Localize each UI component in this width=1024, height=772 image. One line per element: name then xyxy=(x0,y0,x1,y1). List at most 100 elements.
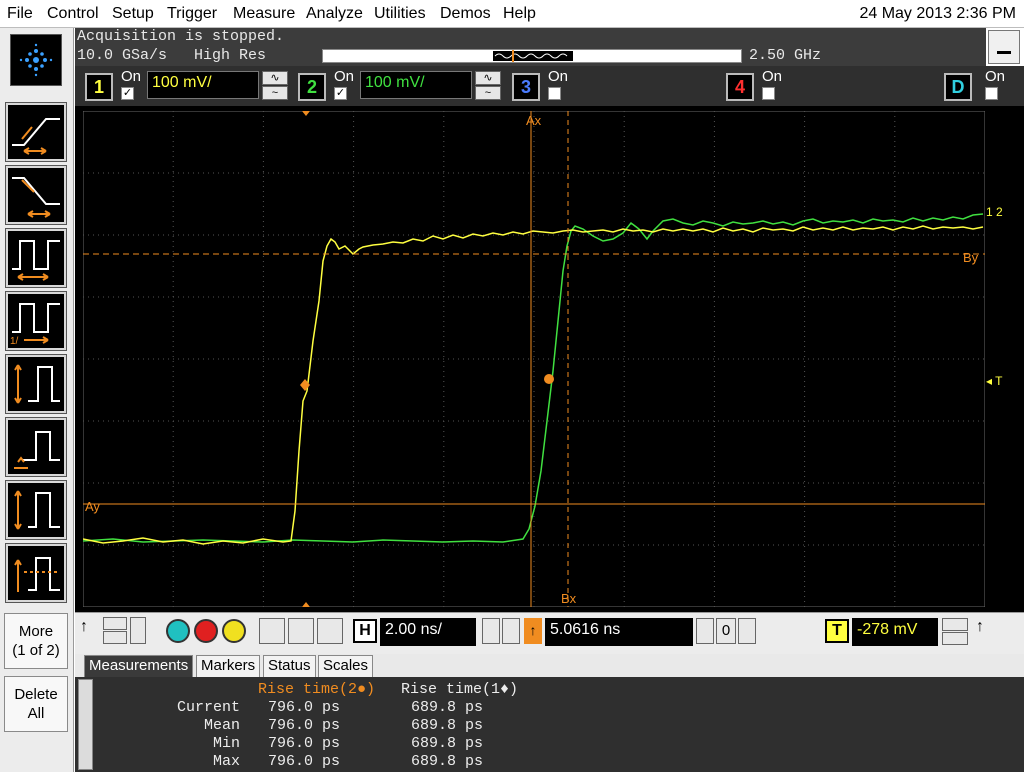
row-label-max: Max xyxy=(212,753,240,770)
tab-status[interactable]: Status xyxy=(263,655,316,677)
more-button[interactable]: More (1 of 2) xyxy=(4,613,68,669)
trigger-t-button[interactable]: T xyxy=(825,619,849,643)
measurements-scrollbar[interactable] xyxy=(78,679,93,770)
vamp-icon[interactable] xyxy=(6,544,66,602)
channel-1-on-checkbox[interactable]: ✓ xyxy=(121,87,134,100)
channel-1-on-label: On xyxy=(121,68,142,85)
digital-on-checkbox[interactable] xyxy=(985,87,998,100)
min-value-ch2: 796.0 ps xyxy=(268,735,341,752)
acquisition-status: Acquisition is stopped. xyxy=(77,28,285,45)
default-setup-icon[interactable] xyxy=(288,618,314,644)
vbase-icon[interactable] xyxy=(6,418,66,476)
digital-channel-button[interactable]: D xyxy=(944,73,972,101)
bandwidth-readout: 2.50 GHz xyxy=(749,47,822,64)
horizontal-h-button[interactable]: H xyxy=(353,619,377,643)
vtop-icon[interactable] xyxy=(6,481,66,539)
channel-1-button[interactable]: 1 xyxy=(85,73,113,101)
header-rise-time-ch1: Rise time(1♦) xyxy=(401,681,519,698)
channel-2-coupling-ac-button[interactable]: ∿ xyxy=(475,71,501,85)
marker-ay-label: Ay xyxy=(85,499,100,514)
tab-measurements[interactable]: Measurements xyxy=(84,655,194,677)
menu-help[interactable]: Help xyxy=(503,5,536,23)
channel-1-scale[interactable]: 100 mV/ xyxy=(147,71,259,99)
menu-analyze[interactable]: Analyze xyxy=(306,5,363,23)
menu-measure[interactable]: Measure xyxy=(233,5,295,23)
menu-bar: File Control Setup Trigger Measure Analy… xyxy=(0,0,1024,28)
zoom-up-button[interactable] xyxy=(103,617,127,630)
waveform-display[interactable]: Ax Bx Ay By xyxy=(83,111,985,607)
menu-file[interactable]: File xyxy=(7,5,33,23)
horizontal-arrow-icon: ↑ xyxy=(80,618,88,635)
channel-2-measure-point xyxy=(544,374,554,384)
delay-field[interactable]: 5.0616 ns xyxy=(545,618,693,646)
channel-2-scale[interactable]: 100 mV/ xyxy=(360,71,472,99)
memory-timebar xyxy=(322,49,742,63)
channel-4-on-label: On xyxy=(762,68,783,85)
mean-value-ch1: 689.8 ps xyxy=(411,717,484,734)
delay-right-button[interactable] xyxy=(738,618,756,644)
zoom-down-button[interactable] xyxy=(103,631,127,644)
mean-value-ch2: 796.0 ps xyxy=(268,717,341,734)
trigger-marker-label: T xyxy=(995,374,1003,388)
max-value-ch1: 689.8 ps xyxy=(411,753,484,770)
channel-3-button[interactable]: 3 xyxy=(512,73,540,101)
channel-4-button[interactable]: 4 xyxy=(726,73,754,101)
channel-3-on-label: On xyxy=(548,68,569,85)
channel-1-coupling-dc-button[interactable]: ~ xyxy=(262,86,288,100)
tab-scales[interactable]: Scales xyxy=(318,655,374,677)
minimize-button[interactable] xyxy=(988,30,1020,64)
trigger-level-marker: ◂ T xyxy=(986,374,1003,388)
date-time: 24 May 2013 2:36 PM xyxy=(859,5,1016,22)
current-value-ch1: 689.8 ps xyxy=(411,699,484,716)
zoom-fine-button[interactable] xyxy=(130,617,146,644)
min-value-ch1: 689.8 ps xyxy=(411,735,484,752)
single-button[interactable] xyxy=(222,619,246,643)
header-rise-time-ch2: Rise time(2●) xyxy=(258,681,376,698)
tab-markers[interactable]: Markers xyxy=(196,655,261,677)
menu-demos[interactable]: Demos xyxy=(440,5,491,23)
channel-2-on-label: On xyxy=(334,68,355,85)
sample-rate-mode: 10.0 GSa/s High Res xyxy=(77,47,267,64)
channel-2-on-checkbox[interactable]: ✓ xyxy=(334,87,347,100)
delay-zero-button[interactable]: 0 xyxy=(716,618,736,644)
trigger-level-down-button[interactable] xyxy=(942,632,968,645)
marker-by-label: By xyxy=(963,250,979,265)
frequency-icon[interactable]: 1/ xyxy=(6,292,66,350)
fall-time-icon[interactable] xyxy=(6,166,66,224)
marker-bx-label: Bx xyxy=(561,591,577,606)
stop-button[interactable] xyxy=(194,619,218,643)
trigger-level-up-button[interactable] xyxy=(942,618,968,631)
channel-2-coupling-dc-button[interactable]: ~ xyxy=(475,86,501,100)
channel-2-button[interactable]: 2 xyxy=(298,73,326,101)
delay-marker-icon: ↑ xyxy=(524,618,542,644)
menu-trigger[interactable]: Trigger xyxy=(167,5,217,23)
marker-ax-label: Ax xyxy=(526,113,542,128)
period-icon[interactable] xyxy=(6,229,66,287)
menu-control[interactable]: Control xyxy=(47,5,99,23)
measurement-toolbar: 1/ More (1 of 2) Delete All xyxy=(0,28,74,772)
timebase-field[interactable]: 2.00 ns/ xyxy=(380,618,476,646)
agilent-logo-icon[interactable] xyxy=(10,34,62,86)
run-button[interactable] xyxy=(166,619,190,643)
trigger-slope-icon[interactable]: ↑ xyxy=(976,618,984,636)
delay-left-button[interactable] xyxy=(696,618,714,644)
menu-utilities[interactable]: Utilities xyxy=(374,5,426,23)
current-value-ch2: 796.0 ps xyxy=(268,699,341,716)
row-label-mean: Mean xyxy=(203,717,240,734)
channel-3-on-checkbox[interactable] xyxy=(548,87,561,100)
vpp-icon[interactable] xyxy=(6,355,66,413)
channel-1-coupling-ac-button[interactable]: ∿ xyxy=(262,71,288,85)
svg-text:1/: 1/ xyxy=(10,336,19,347)
channel-ground-reference-marker: 1 2 xyxy=(986,205,1003,219)
display-brightness-icon[interactable] xyxy=(317,618,343,644)
row-label-min: Min xyxy=(212,735,240,752)
channel-4-on-checkbox[interactable] xyxy=(762,87,775,100)
trigger-level-field[interactable]: -278 mV xyxy=(852,618,938,646)
rise-time-icon[interactable] xyxy=(6,103,66,161)
delete-all-button[interactable]: Delete All xyxy=(4,676,68,732)
autoscale-icon[interactable] xyxy=(259,618,285,644)
timebase-fine-button[interactable] xyxy=(502,618,520,644)
menu-setup[interactable]: Setup xyxy=(112,5,154,23)
timebase-coarse-button[interactable] xyxy=(482,618,500,644)
digital-on-label: On xyxy=(985,68,1006,85)
